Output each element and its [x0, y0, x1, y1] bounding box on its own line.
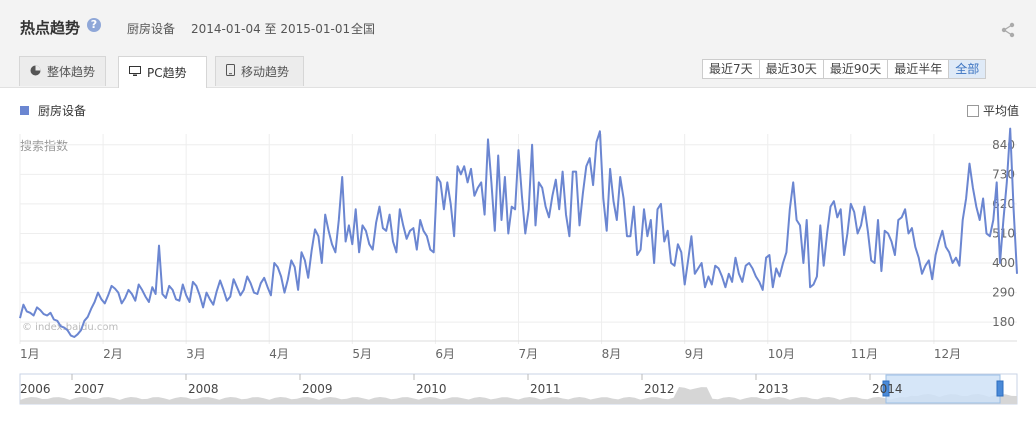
navigator-year-label: 2014: [872, 382, 903, 396]
x-tick-label: 9月: [685, 347, 705, 361]
x-tick-label: 2月: [103, 347, 123, 361]
x-tick-label: 3月: [186, 347, 206, 361]
navigator-handle: [996, 380, 1004, 397]
x-tick-label: 1月: [20, 347, 40, 361]
x-tick-label: 8月: [602, 347, 622, 361]
x-tick-label: 12月: [934, 347, 961, 361]
x-tick-label: 5月: [352, 347, 372, 361]
navigator-selection: [885, 374, 1001, 404]
navigator-year-label: 2006: [20, 382, 51, 396]
x-tick-label: 7月: [519, 347, 539, 361]
x-tick-label: 10月: [768, 347, 795, 361]
navigator-year-label: 2010: [416, 382, 447, 396]
x-tick-label: 4月: [269, 347, 289, 361]
navigator-year-label: 2008: [188, 382, 219, 396]
trend-chart: 1802904005106207308401月 2月 3月 4月 5月 6月 7月 8月 9月 1…: [19, 127, 1018, 405]
navigator-year-label: 2007: [74, 382, 105, 396]
navigator-year-label: 2012: [644, 382, 675, 396]
navigator-year-label: 2009: [302, 382, 333, 396]
x-tick-label: 11月: [851, 347, 878, 361]
y-tick-label: 180: [992, 315, 1015, 329]
x-tick-label: 6月: [435, 347, 455, 361]
y-tick-label: 290: [992, 286, 1015, 300]
y-tick-label: 400: [992, 256, 1015, 270]
navigator-year-label: 2013: [758, 382, 789, 396]
navigator-year-label: 2011: [530, 382, 561, 396]
